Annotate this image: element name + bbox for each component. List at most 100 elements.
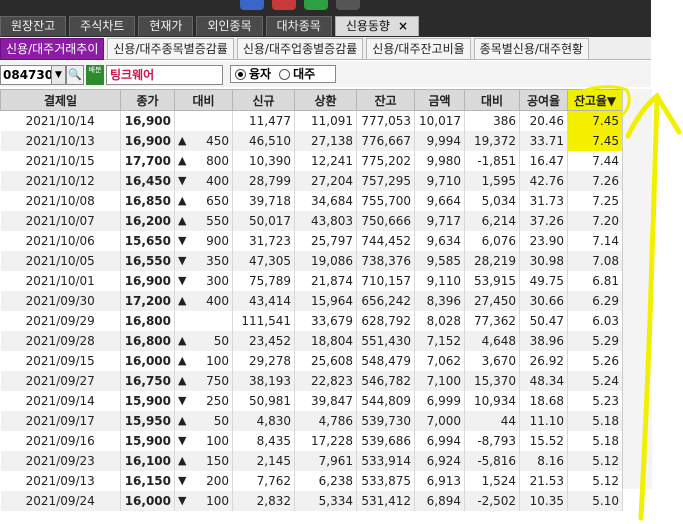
- top-tab-4[interactable]: 대차종목: [265, 16, 332, 36]
- change-value: 800: [206, 154, 229, 168]
- change-cell: [174, 110, 233, 131]
- amount-change-cell: -5,816: [464, 451, 520, 471]
- toolbar-button-green[interactable]: [304, 0, 328, 10]
- down-arrow-icon: ▼: [178, 234, 187, 247]
- supply-rate-cell: 31.73: [519, 191, 568, 211]
- repay-cell: 43,803: [294, 211, 357, 231]
- amount-change-cell: 6,214: [464, 211, 520, 231]
- change-cell: ▼ 300: [174, 271, 233, 291]
- table-row[interactable]: 2021/09/24 16,000 ▼ 100 2,832 5,334 531,412 6,8…: [0, 491, 623, 511]
- balance-ratio-cell: 5.24: [567, 371, 623, 391]
- new-cell: 2,832: [232, 491, 295, 511]
- table-row[interactable]: 2021/09/30 17,200 ▲ 400 43,414 15,964 656,242 8…: [0, 291, 623, 311]
- toolbar-button-red[interactable]: [272, 0, 296, 10]
- up-arrow-icon: ▲: [178, 454, 187, 467]
- repay-cell: 19,086: [294, 251, 357, 271]
- change-cell: ▼ 200: [174, 471, 233, 491]
- table-scroll-area[interactable]: [622, 89, 652, 489]
- up-arrow-icon: ▲: [178, 334, 187, 347]
- table-row[interactable]: 2021/10/13 16,900 ▲ 450 46,510 27,138 776,667 9…: [0, 131, 623, 151]
- radio-button-icon[interactable]: [279, 68, 291, 80]
- new-cell: 75,789: [232, 271, 295, 291]
- top-tab-2[interactable]: 현재가: [138, 16, 194, 36]
- supply-rate-cell: 50.47: [519, 311, 568, 331]
- table-row[interactable]: 2021/10/01 16,900 ▼ 300 75,789 21,874 710,157 9…: [0, 271, 623, 291]
- column-header-1[interactable]: 종가: [120, 89, 175, 111]
- column-header-5[interactable]: 잔고: [356, 89, 415, 111]
- sub-tab-4[interactable]: 종목별신용/대주현황: [473, 38, 590, 60]
- table-row[interactable]: 2021/10/15 17,700 ▲ 800 10,390 12,241 775,202 9…: [0, 151, 623, 171]
- up-arrow-icon: ▲: [178, 194, 187, 207]
- search-bar: 084730 ▼ 🔍 배분 팅크웨어 융자 대주: [0, 61, 651, 87]
- table-row[interactable]: 2021/09/16 15,900 ▼ 100 8,435 17,228 539,686 6,…: [0, 431, 623, 451]
- close-price-cell: 16,550: [120, 251, 175, 271]
- sub-tab-0[interactable]: 신용/대주거래추이: [0, 38, 105, 60]
- column-header-4[interactable]: 상환: [294, 89, 357, 111]
- table-row[interactable]: 2021/10/06 15,650 ▼ 900 31,723 25,797 744,452 9…: [0, 231, 623, 251]
- supply-rate-cell: 33.71: [519, 131, 568, 151]
- column-header-0[interactable]: 결제일: [0, 89, 121, 111]
- search-icon[interactable]: 🔍: [66, 65, 84, 85]
- table-row[interactable]: 2021/09/27 16,750 ▲ 750 38,193 22,823 546,782 7…: [0, 371, 623, 391]
- amount-change-cell: 6,076: [464, 231, 520, 251]
- toolbar-button-blue[interactable]: [240, 0, 264, 10]
- column-header-9[interactable]: 잔고율▼: [567, 89, 623, 111]
- column-header-7[interactable]: 대비: [464, 89, 520, 111]
- column-header-6[interactable]: 금액: [414, 89, 465, 111]
- balance-ratio-cell: 7.14: [567, 231, 623, 251]
- balance-cell: 628,792: [356, 311, 415, 331]
- sub-tab-3[interactable]: 신용/대주잔고비율: [366, 38, 471, 60]
- change-value: 50: [213, 414, 229, 428]
- new-cell: 46,510: [232, 131, 295, 151]
- change-value: 750: [206, 374, 229, 388]
- radio-label: 융자: [249, 67, 272, 81]
- column-header-8[interactable]: 공여율: [519, 89, 568, 111]
- table-row[interactable]: 2021/10/07 16,200 ▲ 550 50,017 43,803 750,666 9…: [0, 211, 623, 231]
- table-row[interactable]: 2021/09/15 16,000 ▲ 100 29,278 25,608 548,479 7…: [0, 351, 623, 371]
- column-header-3[interactable]: 신규: [232, 89, 295, 111]
- amount-change-cell: 1,524: [464, 471, 520, 491]
- close-icon[interactable]: ×: [398, 19, 408, 33]
- amount-cell: 6,913: [414, 471, 465, 491]
- table-row[interactable]: 2021/10/05 16,550 ▼ 350 47,305 19,086 738,376 9…: [0, 251, 623, 271]
- radio-button-icon[interactable]: [235, 68, 246, 80]
- date-cell: 2021/09/17: [0, 411, 121, 431]
- change-value: 550: [206, 214, 229, 228]
- table-row[interactable]: 2021/10/14 16,900 11,477 11,091 777,053 10,01…: [0, 110, 623, 131]
- table-row[interactable]: 2021/09/23 16,100 ▲ 150 2,145 7,961 533,914 6,9…: [0, 451, 623, 471]
- table-row[interactable]: 2021/09/17 15,950 ▲ 50 4,830 4,786 539,730 7,00…: [0, 411, 623, 431]
- column-header-2[interactable]: 대비: [174, 89, 233, 111]
- table-row[interactable]: 2021/10/08 16,850 ▲ 650 39,718 34,684 755,700 9…: [0, 191, 623, 211]
- top-tab-0[interactable]: 원장잔고: [0, 16, 67, 36]
- table-row[interactable]: 2021/09/13 16,150 ▼ 200 7,762 6,238 533,875 6,9…: [0, 471, 623, 491]
- stock-code-input[interactable]: 084730: [0, 65, 53, 85]
- balance-ratio-cell: 5.12: [567, 451, 623, 471]
- sub-tab-2[interactable]: 신용/대주업종별증감률: [236, 38, 364, 60]
- change-cell: [174, 311, 233, 331]
- date-cell: 2021/10/07: [0, 211, 121, 231]
- change-value: 100: [206, 354, 229, 368]
- date-cell: 2021/10/08: [0, 191, 121, 211]
- top-tab-5[interactable]: 신용동향 ×: [334, 16, 420, 36]
- supply-rate-cell: 48.34: [519, 371, 568, 391]
- supply-rate-cell: 30.66: [519, 291, 568, 311]
- top-tab-3[interactable]: 외인종목: [196, 16, 263, 36]
- new-cell: 7,762: [232, 471, 295, 491]
- change-cell: ▼ 250: [174, 391, 233, 411]
- toolbar-button-gray[interactable]: [336, 0, 360, 10]
- table-row[interactable]: 2021/09/29 16,800 111,541 33,679 628,792 8,02…: [0, 311, 623, 331]
- down-arrow-icon: ▼: [178, 174, 187, 187]
- table-row[interactable]: 2021/09/28 16,800 ▲ 50 23,452 18,804 551,430 7,…: [0, 331, 623, 351]
- top-tab-1[interactable]: 주식차트: [69, 16, 136, 36]
- table-row[interactable]: 2021/10/12 16,450 ▼ 400 28,799 27,204 757,295 9…: [0, 171, 623, 191]
- supply-rate-cell: 26.92: [519, 351, 568, 371]
- amount-change-cell: -8,793: [464, 431, 520, 451]
- radio-option-1[interactable]: 대주: [279, 65, 315, 83]
- table-row[interactable]: 2021/09/14 15,900 ▼ 250 50,981 39,847 544,809 6…: [0, 391, 623, 411]
- sub-tab-1[interactable]: 신용/대주종목별증감률: [107, 38, 234, 60]
- dropdown-arrow-icon[interactable]: ▼: [51, 65, 66, 85]
- date-cell: 2021/09/13: [0, 471, 121, 491]
- amount-change-cell: 53,915: [464, 271, 520, 291]
- radio-option-0[interactable]: 융자: [235, 65, 271, 83]
- amount-change-cell: 77,362: [464, 311, 520, 331]
